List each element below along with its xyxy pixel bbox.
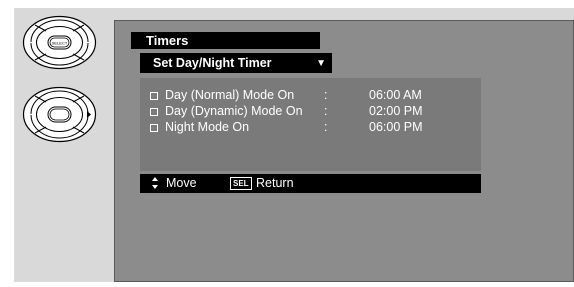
move-hint: Move — [166, 176, 197, 190]
up-down-arrows-icon — [152, 177, 158, 189]
dropdown-arrow-icon: ▼ — [316, 58, 326, 69]
timer-selector-label: Set Day/Night Timer — [153, 56, 272, 70]
remote-right-arrow-icon — [22, 86, 97, 143]
timer-row-night[interactable]: Night Mode On : 06:00 PM — [140, 120, 481, 135]
timer-row-normal[interactable]: Day (Normal) Mode On : 06:00 AM — [140, 88, 481, 103]
timer-row-dynamic[interactable]: Day (Dynamic) Mode On : 02:00 PM — [140, 104, 481, 119]
timer-separator: : — [324, 88, 328, 102]
tv-screen: Timers Set Day/Night Timer ▼ Day (Normal… — [114, 20, 574, 282]
checkbox-icon[interactable] — [150, 124, 158, 132]
menu-title: Timers — [131, 32, 320, 49]
timer-label: Day (Dynamic) Mode On — [165, 104, 303, 118]
timer-separator: : — [324, 120, 328, 134]
checkbox-icon[interactable] — [150, 92, 158, 100]
timer-label: Day (Normal) Mode On — [165, 88, 295, 102]
return-hint: Return — [256, 176, 294, 190]
hint-bar: Move SEL Return — [140, 174, 481, 193]
remote-select-label: SELECT — [52, 41, 68, 46]
timer-label: Night Mode On — [165, 120, 250, 134]
sel-key-icon: SEL — [230, 177, 252, 190]
timer-time[interactable]: 02:00 PM — [369, 104, 423, 119]
timer-selector[interactable]: Set Day/Night Timer ▼ — [140, 53, 332, 73]
remote-select-icon: SELECT — [22, 15, 97, 70]
timer-time[interactable]: 06:00 AM — [369, 88, 422, 103]
timer-separator: : — [324, 104, 328, 118]
timer-list: Day (Normal) Mode On : 06:00 AM Day (Dyn… — [140, 78, 481, 171]
timer-time[interactable]: 06:00 PM — [369, 120, 423, 135]
checkbox-icon[interactable] — [150, 108, 158, 116]
